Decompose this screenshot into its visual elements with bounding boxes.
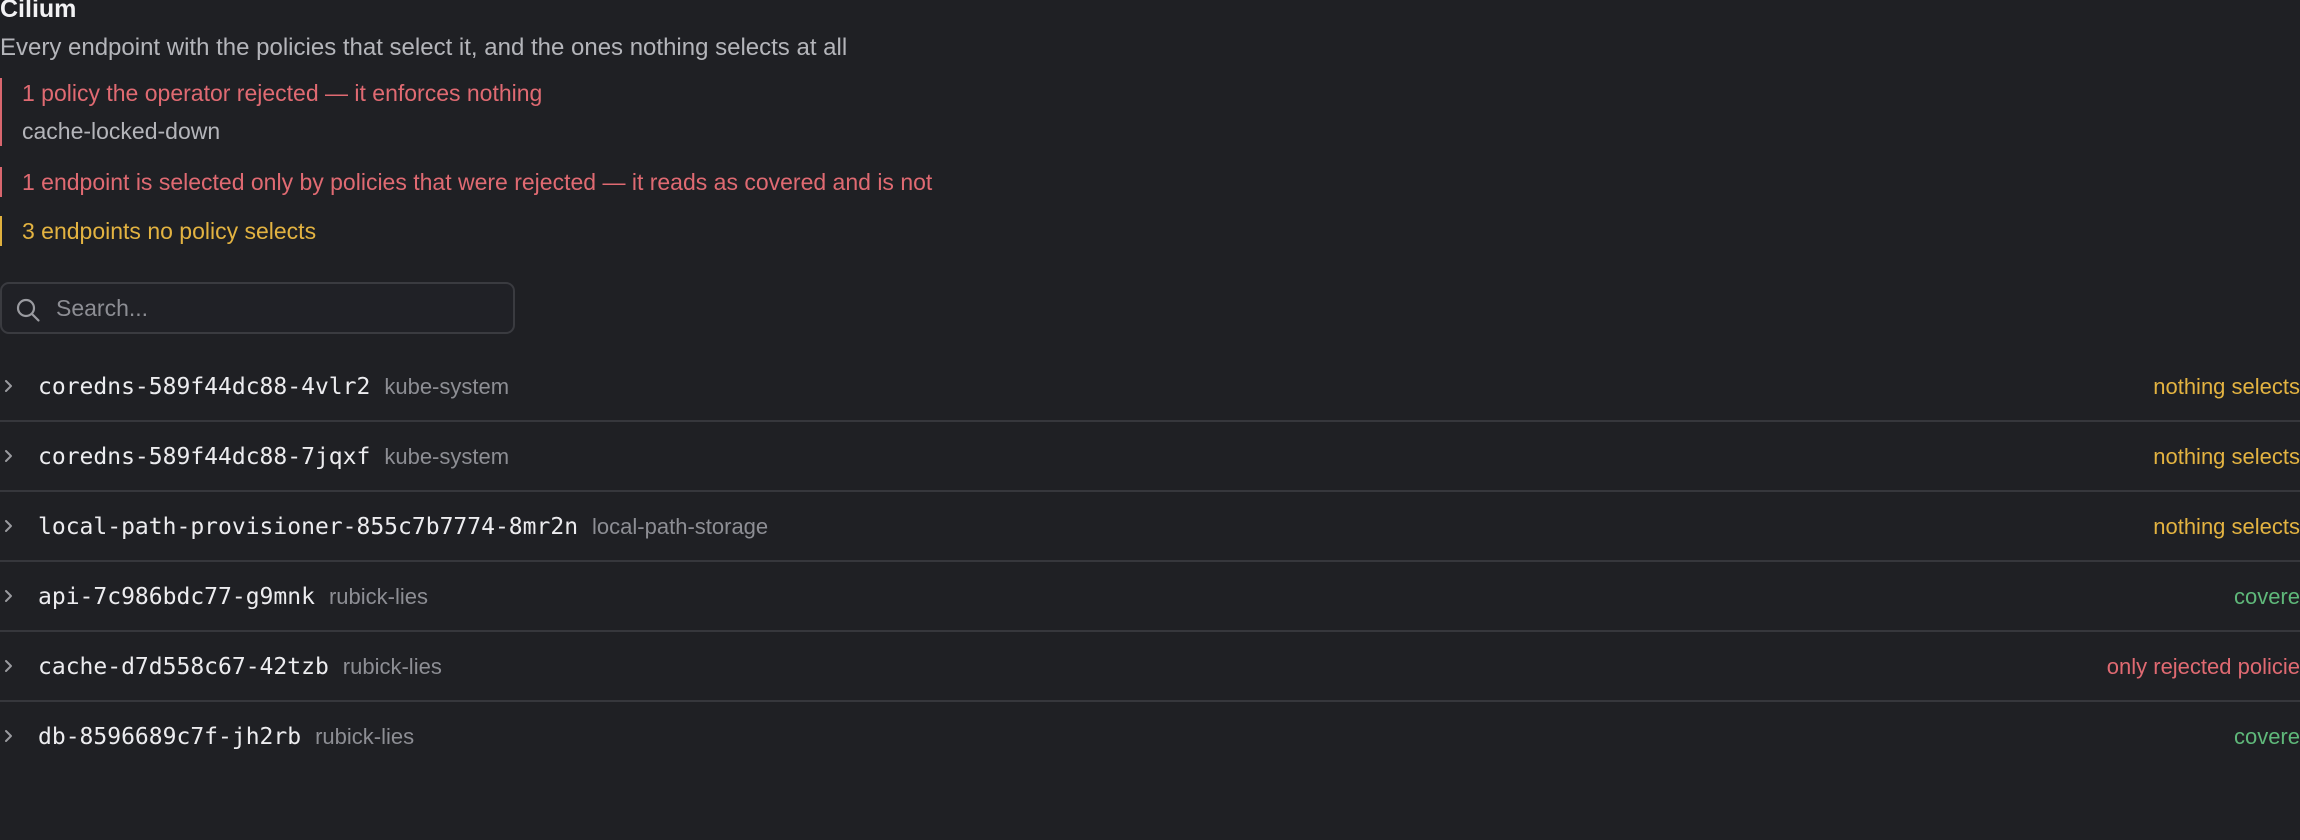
- endpoint-status: covere: [2233, 724, 2300, 749]
- endpoint-name: coredns-589f44dc88-4vlr2: [38, 374, 371, 400]
- chevron-right-icon[interactable]: [0, 445, 18, 467]
- endpoint-row[interactable]: db-8596689c7f-jh2rb rubick-lies covere: [0, 702, 2300, 772]
- alert-rejected-policy: 1 policy the operator rejected — it enfo…: [0, 78, 542, 146]
- endpoint-row[interactable]: cache-d7d558c67-42tzb rubick-lies only re…: [0, 632, 2300, 702]
- endpoint-namespace: rubick-lies: [328, 584, 428, 609]
- endpoint-name-wrap: cache-d7d558c67-42tzb rubick-lies: [38, 652, 442, 682]
- search-input[interactable]: [56, 284, 506, 332]
- endpoint-name-wrap: local-path-provisioner-855c7b7774-8mr2n l…: [38, 512, 768, 542]
- endpoint-namespace: rubick-lies: [315, 724, 415, 749]
- endpoint-row[interactable]: local-path-provisioner-855c7b7774-8mr2n l…: [0, 492, 2300, 562]
- endpoint-row[interactable]: coredns-589f44dc88-7jqxf kube-system noth…: [0, 422, 2300, 492]
- chevron-right-icon[interactable]: [0, 375, 18, 397]
- alert-message: 3 endpoints no policy selects: [22, 218, 317, 244]
- chevron-right-icon[interactable]: [0, 725, 18, 747]
- search-icon: [16, 298, 40, 322]
- endpoint-name: cache-d7d558c67-42tzb: [38, 654, 329, 680]
- endpoint-status: nothing selects: [2153, 374, 2300, 399]
- search-box[interactable]: [0, 282, 515, 334]
- endpoint-name-wrap: db-8596689c7f-jh2rb rubick-lies: [38, 722, 414, 752]
- endpoint-status: covere: [2233, 584, 2300, 609]
- alert-unselected-endpoints: 3 endpoints no policy selects: [0, 216, 316, 246]
- alert-message: 1 policy the operator rejected — it enfo…: [22, 80, 543, 106]
- chevron-right-icon[interactable]: [0, 655, 18, 677]
- endpoint-name: db-8596689c7f-jh2rb: [38, 724, 302, 750]
- endpoint-list: coredns-589f44dc88-4vlr2 kube-system noth…: [0, 352, 2300, 772]
- endpoint-name: api-7c986bdc77-g9mnk: [38, 584, 315, 610]
- alert-message: 1 endpoint is selected only by policies …: [22, 169, 933, 195]
- endpoint-name-wrap: coredns-589f44dc88-4vlr2 kube-system: [38, 372, 509, 402]
- endpoint-name: local-path-provisioner-855c7b7774-8mr2n: [38, 514, 579, 540]
- endpoint-status: nothing selects: [2153, 514, 2300, 539]
- endpoint-status: nothing selects: [2153, 444, 2300, 469]
- endpoint-namespace: local-path-storage: [592, 514, 769, 539]
- page-subtitle: Every endpoint with the policies that se…: [0, 34, 848, 61]
- rejected-policy-name: cache-locked-down: [22, 118, 221, 144]
- page-title: Cilium: [0, 0, 77, 23]
- endpoint-namespace: kube-system: [384, 374, 510, 399]
- alert-rejected-only-endpoint: 1 endpoint is selected only by policies …: [0, 167, 932, 197]
- endpoint-name: coredns-589f44dc88-7jqxf: [38, 444, 371, 470]
- endpoint-name-wrap: coredns-589f44dc88-7jqxf kube-system: [38, 442, 509, 472]
- chevron-right-icon[interactable]: [0, 515, 18, 537]
- chevron-right-icon[interactable]: [0, 585, 18, 607]
- endpoint-namespace: rubick-lies: [342, 654, 442, 679]
- endpoint-row[interactable]: api-7c986bdc77-g9mnk rubick-lies covere: [0, 562, 2300, 632]
- endpoint-row[interactable]: coredns-589f44dc88-4vlr2 kube-system noth…: [0, 352, 2300, 422]
- endpoint-status: only rejected policie: [2106, 654, 2300, 679]
- endpoint-name-wrap: api-7c986bdc77-g9mnk rubick-lies: [38, 582, 428, 612]
- endpoint-namespace: kube-system: [384, 444, 510, 469]
- page: Cilium Every endpoint with the policies …: [0, 0, 2300, 840]
